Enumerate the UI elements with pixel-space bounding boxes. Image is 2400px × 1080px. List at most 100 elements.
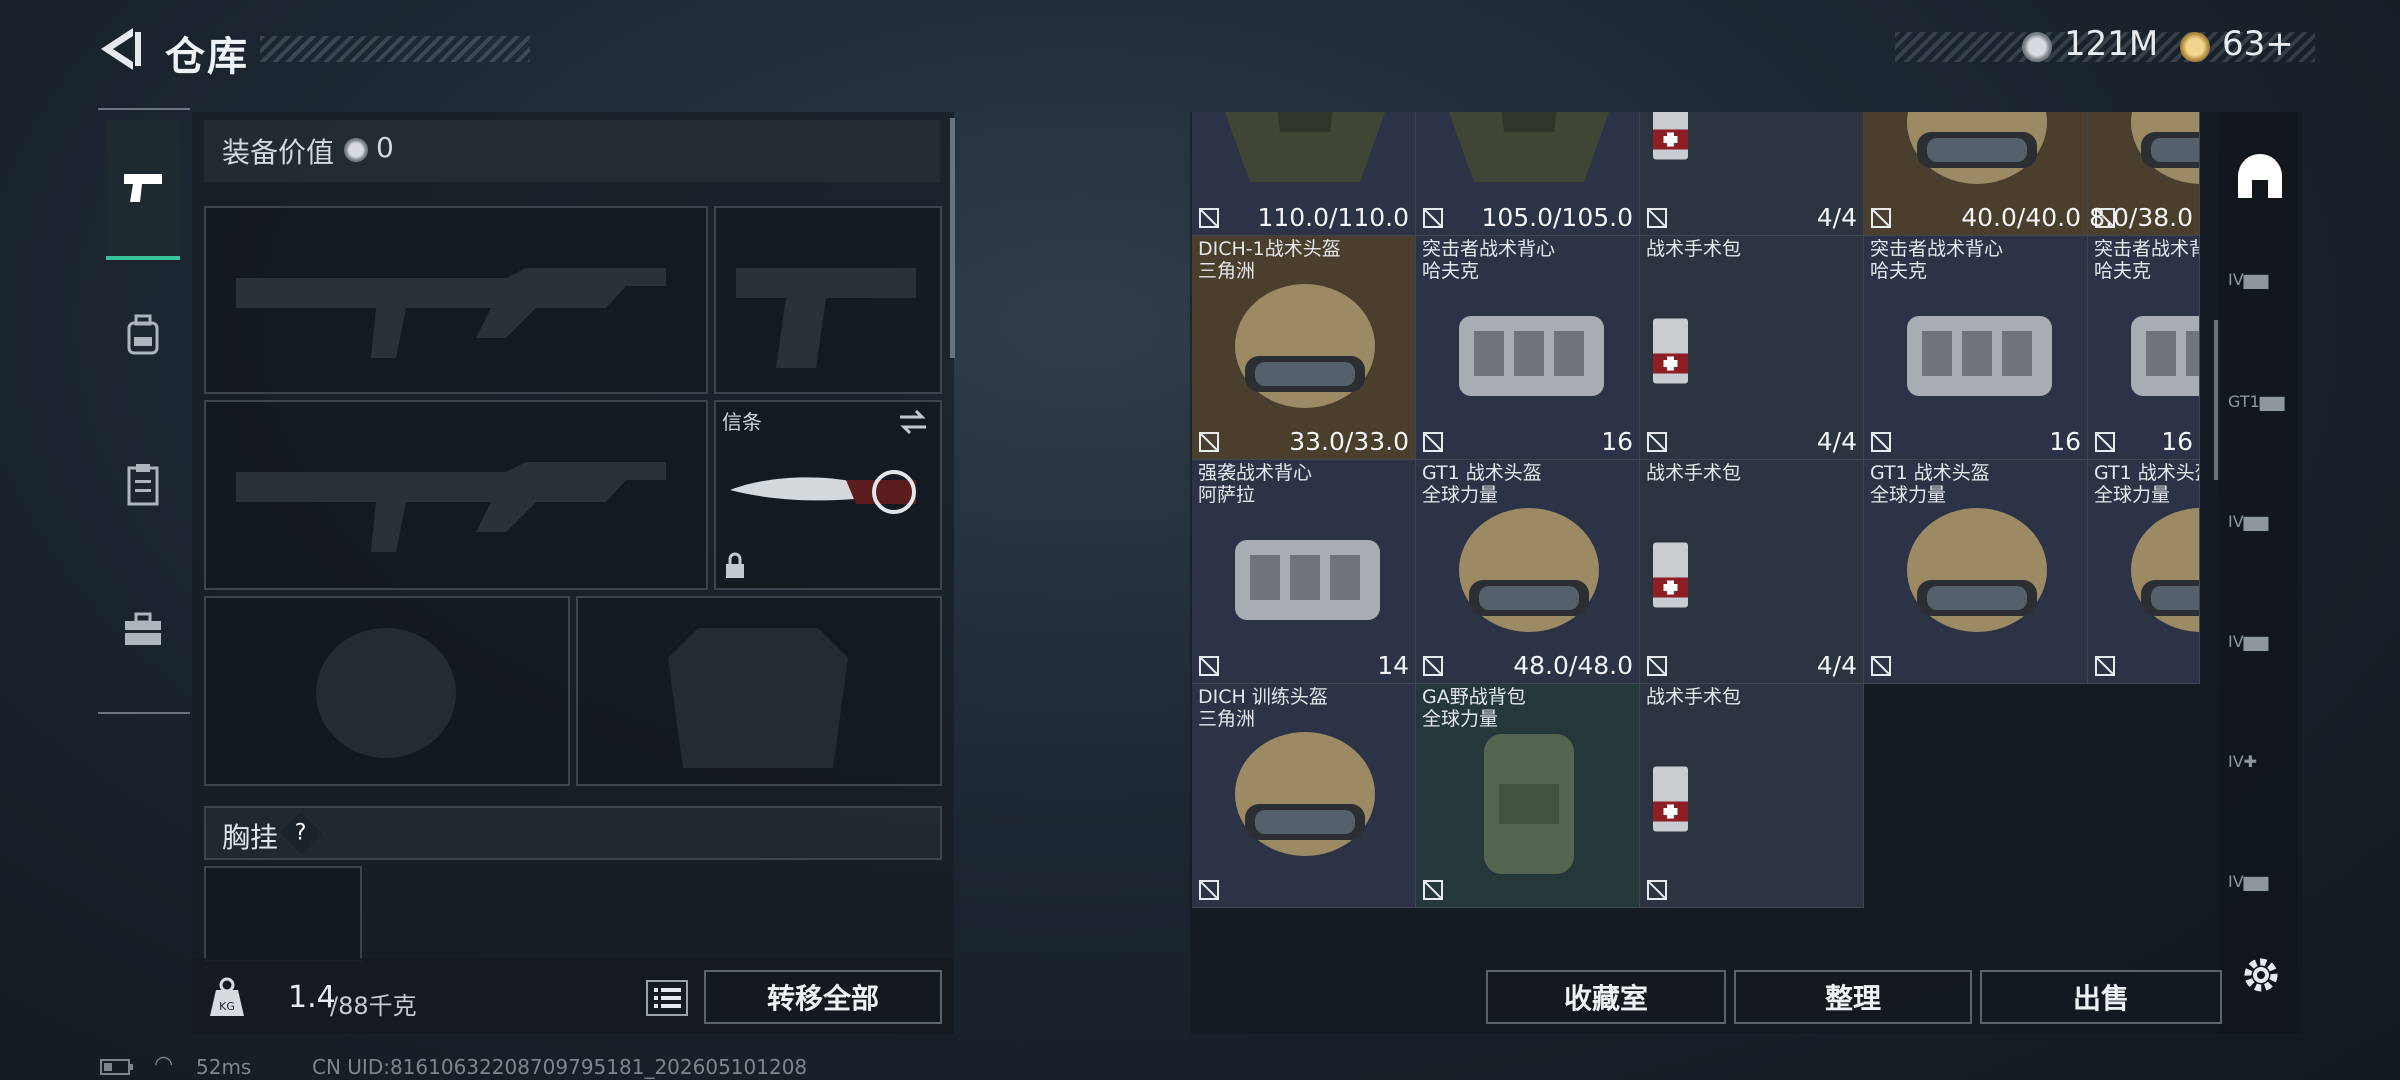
backpack-icon (1484, 734, 1574, 874)
tab-backpack[interactable] (106, 270, 180, 400)
no-trade-icon (1871, 208, 1891, 228)
stash-item[interactable]: 突击者战术背心哈夫克 16 (1864, 236, 2088, 460)
stash-item[interactable]: 战术手术包 4/4 (1640, 460, 1864, 684)
tab-chest-rig[interactable] (106, 420, 180, 550)
stash-item[interactable]: GT1 战术头盔全球力量 (2088, 460, 2200, 684)
item-name: GT1 战术头盔 (1422, 462, 1542, 484)
item-value: 4/4 (1816, 203, 1857, 232)
item-value: 14 (1377, 651, 1409, 680)
item-maker: 阿萨拉 (1198, 484, 1256, 506)
item-name: 强袭战术背心 (1198, 462, 1313, 484)
no-trade-icon (1199, 656, 1219, 676)
filter-misc-icon[interactable]: IV▆▆ (2228, 872, 2288, 922)
filter-vest-iv-icon[interactable]: IV▆▆ (2228, 512, 2288, 562)
stash-item[interactable]: 4/4 (1640, 112, 1864, 236)
no-trade-icon (1199, 208, 1219, 228)
melee-slot[interactable]: 信条 (714, 400, 942, 590)
stash-item[interactable]: DICH-1战术头盔三角洲38.0/38.0 (2088, 112, 2200, 236)
item-name: 突击者战术背心 (2094, 238, 2199, 260)
sort-button[interactable]: 整理 (1734, 970, 1972, 1024)
tab-weapons[interactable] (106, 120, 180, 260)
help-glyph: ? (295, 820, 307, 846)
filter-helmet-icon[interactable]: GT1▆▆ (2228, 392, 2288, 442)
stash-item[interactable]: 强袭战术背心 阿萨拉 14 (1192, 460, 1416, 684)
item-maker: 全球力量 (1422, 708, 1499, 730)
item-maker: 全球力量 (1422, 484, 1499, 506)
gold-coin-icon (2180, 32, 2210, 62)
no-trade-icon (1423, 656, 1443, 676)
helmet-icon (2131, 508, 2199, 632)
sell-button[interactable]: 出售 (1980, 970, 2222, 1024)
stash-item[interactable]: 105.0/105.0 (1416, 112, 1640, 236)
item-name: DICH 训练头盔 (1198, 686, 1328, 708)
swap-icon[interactable] (896, 408, 930, 436)
page-title: 仓库 (165, 34, 249, 80)
filter-armor-iv-icon[interactable]: IV▆▆ (2228, 270, 2288, 320)
stash-item[interactable]: DICH-1战术头盔 三角洲 33.0/33.0 (1192, 236, 1416, 460)
home-filter-icon[interactable] (2234, 150, 2286, 202)
item-name: 战术手术包 (1646, 462, 1742, 484)
filter-medical-icon[interactable]: IV✚ (2228, 752, 2288, 802)
svg-text:KG: KG (219, 1000, 235, 1013)
collection-room-button[interactable]: 收藏室 (1486, 970, 1726, 1024)
helmet-icon (1907, 508, 2047, 632)
helmet-icon (1235, 284, 1375, 408)
filter-rig-iv-icon[interactable]: IV▆▆ (2228, 632, 2288, 682)
body-armor-slot[interactable] (576, 596, 942, 786)
list-view-icon[interactable] (646, 980, 688, 1016)
item-value: 4/4 (1816, 427, 1857, 456)
stash-item[interactable]: GT1 战术头盔全球力量 (1864, 460, 2088, 684)
wifi-icon: ◠ (154, 1052, 174, 1077)
melee-slot-label: 信条 (722, 410, 762, 434)
settings-gear-icon[interactable] (2240, 954, 2282, 996)
item-value: 48.0/48.0 (1513, 651, 1633, 680)
no-trade-icon (1423, 880, 1443, 900)
premium-balance[interactable]: 63+ (2222, 24, 2294, 64)
item-value: 110.0/110.0 (1257, 203, 1409, 232)
no-trade-icon (1871, 432, 1891, 452)
clipboard-icon (127, 464, 159, 506)
uid-text: CN UID:8161063220870979518‌1_20260510120… (312, 1055, 808, 1079)
transfer-all-button[interactable]: 转移全部 (704, 970, 942, 1024)
no-trade-icon (1199, 432, 1219, 452)
chest-rig-slot[interactable] (204, 866, 362, 962)
helmet-slot[interactable] (204, 596, 570, 786)
body-armor-icon (1449, 112, 1609, 182)
stash-item[interactable]: 突击者战术背心哈夫克 16 (2088, 236, 2200, 460)
item-maker: 三角洲 (1198, 708, 1256, 730)
no-trade-icon (2095, 656, 2115, 676)
stash-item[interactable]: GA野战背包 全球力量 (1416, 684, 1640, 908)
stash-item[interactable]: DICH-1战术头盔三角洲40.0/40.0 (1864, 112, 2088, 236)
knife-icon (730, 470, 916, 514)
item-maker: 全球力量 (1870, 484, 1947, 506)
no-trade-icon (1871, 656, 1891, 676)
stash-item[interactable]: 110.0/110.0 (1192, 112, 1416, 236)
equipment-value: 0 (376, 131, 394, 164)
stash-item[interactable]: 突击者战术背心哈夫克 16 (1416, 236, 1640, 460)
tab-case[interactable] (106, 565, 180, 695)
item-value: 16 (1601, 427, 1633, 456)
equipment-value-label: 装备价值 (222, 136, 335, 169)
vest-icon (1907, 316, 2052, 396)
item-name: DICH-1战术头盔 (1198, 238, 1341, 260)
weight-max: /88千克 (330, 992, 417, 1020)
item-value: 40.0/40.0 (1961, 203, 2081, 232)
loadout-scrollbar[interactable] (950, 118, 955, 358)
item-maker: 哈夫克 (1870, 260, 1928, 282)
stash-item[interactable]: 战术手术包 (1640, 684, 1864, 908)
back-arrow-icon[interactable] (95, 22, 145, 76)
helmet-icon (1235, 732, 1375, 856)
stash-item[interactable]: 战术手术包 4/4 (1640, 236, 1864, 460)
stash-grid: 110.0/110.0105.0/105.04/4DICH-1战术头盔三角洲40… (1192, 112, 2205, 960)
secondary-weapon-slot[interactable] (714, 206, 942, 394)
item-maker: 哈夫克 (2094, 260, 2152, 282)
stash-item[interactable]: DICH 训练头盔 三角洲 (1192, 684, 1416, 908)
lock-icon (726, 552, 744, 578)
stash-item[interactable]: GT1 战术头盔 全球力量 48.0/48.0 (1416, 460, 1640, 684)
no-trade-icon (1647, 208, 1667, 228)
pistol-icon (124, 174, 162, 202)
title-decoration (260, 36, 530, 62)
ping-text: 52ms (196, 1055, 252, 1079)
primary-weapon-slot[interactable] (204, 206, 708, 394)
primary-weapon-slot-2[interactable] (204, 400, 708, 590)
